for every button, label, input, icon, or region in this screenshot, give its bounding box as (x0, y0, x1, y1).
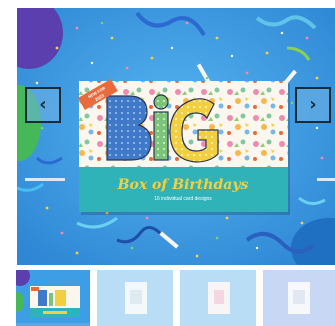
birthday-box-card: NEW FOR 2023 Box of Birthdays 16 individ… (77, 78, 290, 215)
thumbnail-strip (16, 270, 335, 326)
chevron-right-icon: › (309, 94, 317, 115)
thumbnail-4[interactable] (263, 270, 335, 326)
main-product-image: NEW FOR 2023 Box of Birthdays 16 individ… (17, 8, 335, 265)
thumbnail-3[interactable] (180, 270, 256, 326)
thumbnail-2[interactable] (97, 270, 173, 326)
card-subtitle: Box of Birthdays (117, 177, 249, 193)
thumbnail-1[interactable] (16, 270, 90, 326)
next-image-button[interactable]: › (295, 87, 331, 123)
previous-image-button[interactable]: ‹ (25, 87, 61, 123)
card-tagline: 16 individual card designs (154, 196, 212, 202)
product-gallery: NEW FOR 2023 Box of Birthdays 16 individ… (0, 0, 335, 326)
chevron-left-icon: ‹ (39, 94, 47, 115)
